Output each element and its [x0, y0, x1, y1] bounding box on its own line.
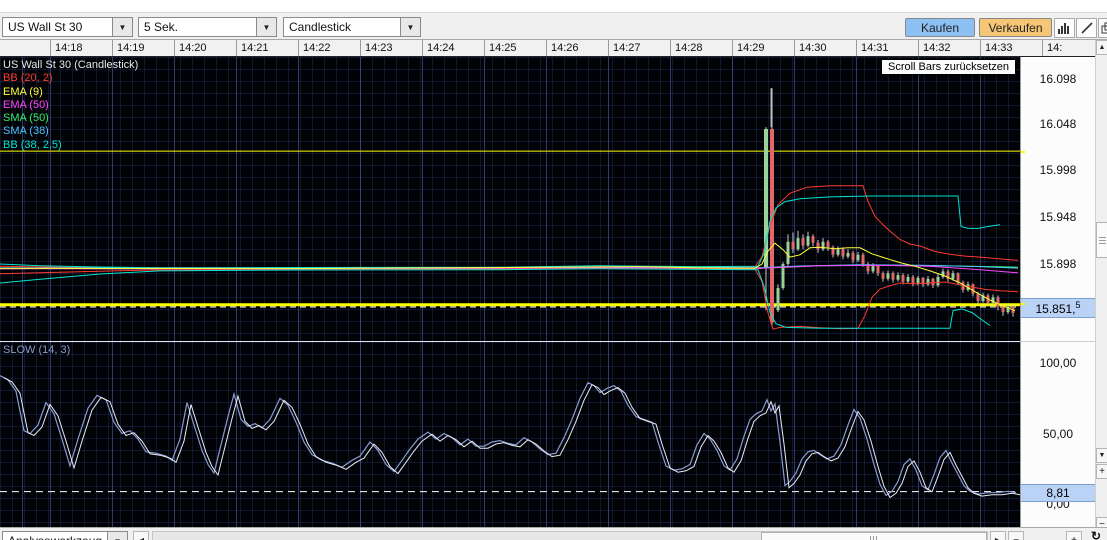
price-level-notch [1021, 303, 1025, 305]
time-tick: 14: [1042, 40, 1095, 56]
stochastic-chart [0, 375, 1020, 499]
time-tick: 14:26 [546, 40, 608, 56]
toolbar: US Wall St 30 ▼ 5 Sek. ▼ Candlestick ▼ K… [0, 12, 1107, 40]
legend-item: BB (20, 2) [3, 72, 53, 85]
time-tick: 14:22 [298, 40, 360, 56]
time-tick: 14:21 [236, 40, 298, 56]
time-tick: 14:19 [112, 40, 174, 56]
thumb-grip [1099, 240, 1106, 241]
axis-tick-label: 16.048 [1039, 117, 1077, 131]
legend-item: SMA (50) [3, 112, 49, 125]
time-tick: 14:24 [422, 40, 484, 56]
time-tick: 14:25 [484, 40, 546, 56]
plus-icon: + [1071, 534, 1077, 540]
chevron-down-icon[interactable]: ▼ [256, 18, 276, 36]
legend-item: EMA (50) [3, 98, 49, 111]
scroll-left-button[interactable]: ◀ [133, 531, 149, 540]
legend-item: US Wall St 30 (Candlestick) [3, 59, 139, 71]
time-tick: 14:29 [732, 40, 794, 56]
thumb-grip [870, 536, 871, 540]
chart-legend: US Wall St 30 (Candlestick) BB (20, 2) EMA… [3, 59, 138, 152]
time-tick: 14:27 [608, 40, 670, 56]
thumb-grip [876, 536, 877, 540]
stochastic-axis[interactable]: 100,00 50,00 0,00 8,81 [1020, 341, 1095, 527]
legend-item: SMA (38) [3, 125, 49, 138]
chevron-down-icon[interactable]: ▼ [400, 18, 420, 36]
time-axis[interactable]: 14:18 14:19 14:20 14:21 14:22 14:23 14:24 14:25… [0, 40, 1095, 57]
reset-scrollbars-tooltip: Scroll Bars zurücksetzen [881, 59, 1017, 75]
analysis-tool-label: Analysewerkzeug [3, 534, 107, 540]
chevron-down-icon[interactable]: ▼ [107, 532, 127, 540]
legend-item: BB (38, 2,5) [3, 138, 62, 151]
popout-window-icon[interactable] [1098, 18, 1107, 38]
indicator-bars-icon[interactable] [1054, 18, 1075, 38]
down-arrow-icon: ▼ [1098, 452, 1106, 459]
time-tick: 14:31 [856, 40, 918, 56]
chart-type-value: Candlestick [289, 20, 352, 34]
axis-tick-label: 16.098 [1039, 72, 1077, 86]
time-tick: 14:28 [670, 40, 732, 56]
zoom-in-button[interactable]: + [1096, 464, 1107, 479]
axis-tick-label: 100,00 [1039, 356, 1077, 370]
stochastic-panel[interactable]: SLOW (14, 3) [0, 341, 1020, 527]
bottom-bar: Analysewerkzeug ▼ ◀ ▶ − + ↻ [0, 527, 1107, 540]
time-tick: 14:20 [174, 40, 236, 56]
vertical-scroll-thumb[interactable] [1096, 222, 1107, 258]
instrument-value: US Wall St 30 [8, 20, 83, 34]
legend-item: EMA (9) [3, 85, 43, 98]
vertical-scrollbar[interactable]: ▲ ▼ + − [1095, 40, 1107, 532]
windows-icon [1101, 22, 1107, 34]
thumb-grip [1099, 237, 1106, 238]
time-tick: 14:18 [50, 40, 112, 56]
axis-tick-label: 50,00 [1042, 427, 1074, 441]
stochastic-label: SLOW (14, 3) [3, 344, 71, 356]
current-value-label: 15.851,5 [1021, 298, 1095, 318]
left-arrow-icon: ◀ [137, 535, 145, 540]
axis-tick-label: 15.948 [1039, 210, 1077, 224]
time-tick: 14:30 [794, 40, 856, 56]
sell-button[interactable]: Verkaufen [979, 18, 1052, 37]
draw-line-icon[interactable] [1076, 18, 1097, 38]
hzoom-in-button[interactable]: + [1066, 531, 1082, 540]
plus-icon: + [1099, 466, 1105, 477]
interval-value: 5 Sek. [144, 20, 179, 34]
right-arrow-icon: ▶ [994, 535, 1002, 540]
reset-view-icon[interactable]: ↻ [1091, 530, 1105, 540]
bars-icon [1058, 23, 1069, 34]
interval-dropdown[interactable]: 5 Sek. ▼ [138, 17, 277, 37]
hzoom-out-button[interactable]: − [1008, 531, 1024, 540]
up-arrow-icon: ▲ [1098, 44, 1106, 51]
main-chart-panel[interactable]: US Wall St 30 (Candlestick) BB (20, 2) EMA… [0, 57, 1020, 341]
thumb-grip [1099, 243, 1106, 244]
time-tick: 14:33 [980, 40, 1042, 56]
chevron-down-icon[interactable]: ▼ [112, 18, 132, 36]
current-value-label: 8,81 [1021, 484, 1095, 502]
price-axis[interactable]: 16.098 16.048 15.998 15.948 15.898 15.851,5 [1020, 57, 1095, 341]
scroll-right-button[interactable]: ▶ [990, 531, 1006, 540]
time-tick: 14:23 [360, 40, 422, 56]
pencil-icon [1080, 22, 1093, 34]
scroll-up-button[interactable]: ▲ [1096, 40, 1107, 55]
trading-chart-window: US Wall St 30 ▼ 5 Sek. ▼ Candlestick ▼ K… [0, 0, 1107, 540]
horizontal-scroll-track[interactable] [152, 531, 988, 540]
minus-icon: − [1013, 534, 1019, 540]
instrument-dropdown[interactable]: US Wall St 30 ▼ [2, 17, 133, 37]
axis-tick-label: 15.998 [1039, 163, 1077, 177]
analysis-tool-dropdown[interactable]: Analysewerkzeug ▼ [2, 531, 128, 540]
thumb-grip [873, 536, 874, 540]
chart-type-dropdown[interactable]: Candlestick ▼ [283, 17, 421, 37]
horizontal-scroll-thumb[interactable] [761, 532, 987, 540]
buy-button[interactable]: Kaufen [905, 18, 975, 37]
scroll-down-button[interactable]: ▼ [1096, 448, 1107, 463]
time-tick: 14:32 [918, 40, 980, 56]
axis-tick-label: 15.898 [1039, 257, 1077, 271]
price-level-notch [1021, 151, 1025, 153]
candlestick-chart [0, 88, 1020, 330]
